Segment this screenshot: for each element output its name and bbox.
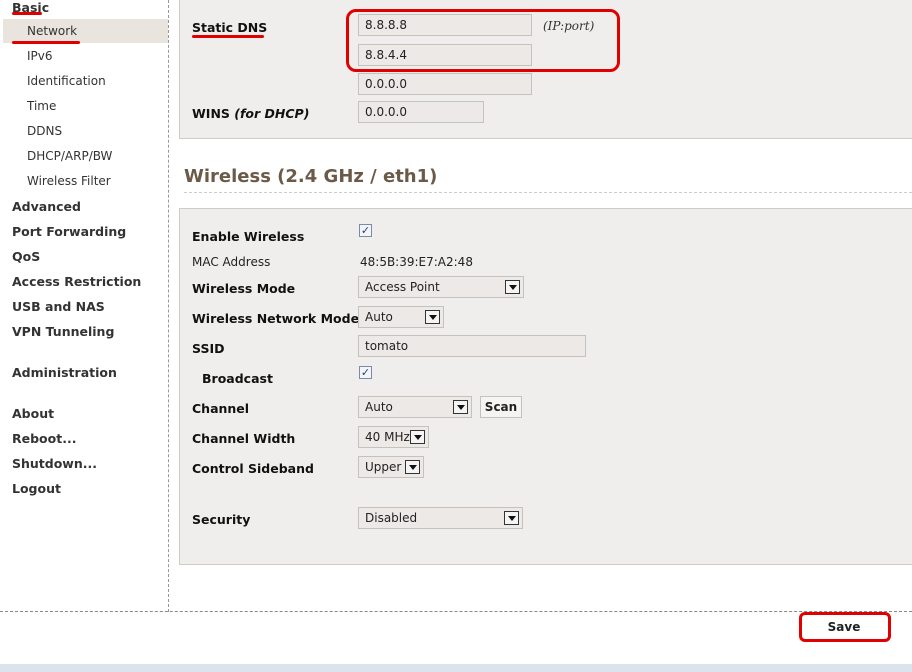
broadcast-checkbox[interactable]: ✓ xyxy=(359,366,372,379)
channel-width-value: 40 MHz xyxy=(365,430,410,444)
wins-label: WINS (for DHCP) xyxy=(192,106,309,121)
wireless-network-mode-label: Wireless Network Mode xyxy=(192,311,360,326)
wireless-mode-label: Wireless Mode xyxy=(192,281,296,296)
wireless-network-mode-select[interactable]: Auto xyxy=(358,306,444,328)
section-divider xyxy=(184,192,912,193)
nav-logout[interactable]: Logout xyxy=(12,481,61,496)
wireless-network-mode-value: Auto xyxy=(365,310,393,324)
security-select[interactable]: Disabled xyxy=(358,507,523,529)
wins-label-suffix: (for DHCP) xyxy=(234,106,310,121)
enable-wireless-label: Enable Wireless xyxy=(192,229,305,244)
scan-button[interactable]: Scan xyxy=(480,396,522,418)
control-sideband-value: Upper xyxy=(365,460,402,474)
chevron-down-icon xyxy=(425,310,440,324)
nav-time[interactable]: Time xyxy=(27,99,56,113)
ssid-label: SSID xyxy=(192,341,225,356)
nav-identification[interactable]: Identification xyxy=(27,74,106,88)
nav-dhcp-arp-bw[interactable]: DHCP/ARP/BW xyxy=(27,149,112,163)
nav-access-restriction[interactable]: Access Restriction xyxy=(12,274,141,289)
dns3-input[interactable]: 0.0.0.0 xyxy=(358,73,532,95)
annotation-underline-network xyxy=(12,41,80,44)
footer-bar xyxy=(0,664,912,672)
nav-administration[interactable]: Administration xyxy=(12,365,117,380)
nav-ipv6[interactable]: IPv6 xyxy=(27,49,53,63)
security-label: Security xyxy=(192,512,251,527)
wireless-mode-value: Access Point xyxy=(365,280,440,294)
control-sideband-label: Control Sideband xyxy=(192,461,314,476)
enable-wireless-checkbox[interactable]: ✓ xyxy=(359,224,372,237)
annotation-underline-static-dns xyxy=(192,35,264,38)
nav-qos[interactable]: QoS xyxy=(12,249,40,264)
wireless-section-title: Wireless (2.4 GHz / eth1) xyxy=(184,166,438,187)
security-value: Disabled xyxy=(365,511,418,525)
nav-shutdown[interactable]: Shutdown... xyxy=(12,456,97,471)
sidebar: Basic Network IPv6 Identification Time D… xyxy=(0,0,169,612)
nav-network[interactable]: Network xyxy=(27,24,77,38)
nav-wireless-filter[interactable]: Wireless Filter xyxy=(27,174,111,188)
nav-port-forwarding[interactable]: Port Forwarding xyxy=(12,224,126,239)
nav-ddns[interactable]: DDNS xyxy=(27,124,62,138)
chevron-down-icon xyxy=(505,280,520,294)
chevron-down-icon xyxy=(504,511,519,525)
wins-label-text: WINS xyxy=(192,106,230,121)
broadcast-label: Broadcast xyxy=(202,371,273,386)
annotation-box-dns xyxy=(346,9,620,72)
nav-advanced[interactable]: Advanced xyxy=(12,199,81,214)
mac-address-label: MAC Address xyxy=(192,255,271,269)
bottom-divider xyxy=(0,611,912,612)
static-dns-label: Static DNS xyxy=(192,20,268,35)
control-sideband-select[interactable]: Upper xyxy=(358,456,424,478)
channel-select[interactable]: Auto xyxy=(358,396,472,418)
chevron-down-icon xyxy=(410,430,425,444)
chevron-down-icon xyxy=(453,400,468,414)
nav-usb-nas[interactable]: USB and NAS xyxy=(12,299,105,314)
channel-width-label: Channel Width xyxy=(192,431,296,446)
annotation-underline-basic xyxy=(12,12,42,15)
ssid-input[interactable]: tomato xyxy=(358,335,586,357)
nav-reboot[interactable]: Reboot... xyxy=(12,431,76,446)
wireless-panel xyxy=(179,208,912,565)
wireless-mode-select[interactable]: Access Point xyxy=(358,276,524,298)
channel-label: Channel xyxy=(192,401,250,416)
channel-value: Auto xyxy=(365,400,393,414)
annotation-box-save xyxy=(799,612,891,642)
nav-vpn-tunneling[interactable]: VPN Tunneling xyxy=(12,324,114,339)
channel-width-select[interactable]: 40 MHz xyxy=(358,426,429,448)
wins-input[interactable]: 0.0.0.0 xyxy=(358,101,484,123)
mac-address-value: 48:5B:39:E7:A2:48 xyxy=(360,255,473,269)
nav-about[interactable]: About xyxy=(12,406,54,421)
chevron-down-icon xyxy=(405,460,420,474)
